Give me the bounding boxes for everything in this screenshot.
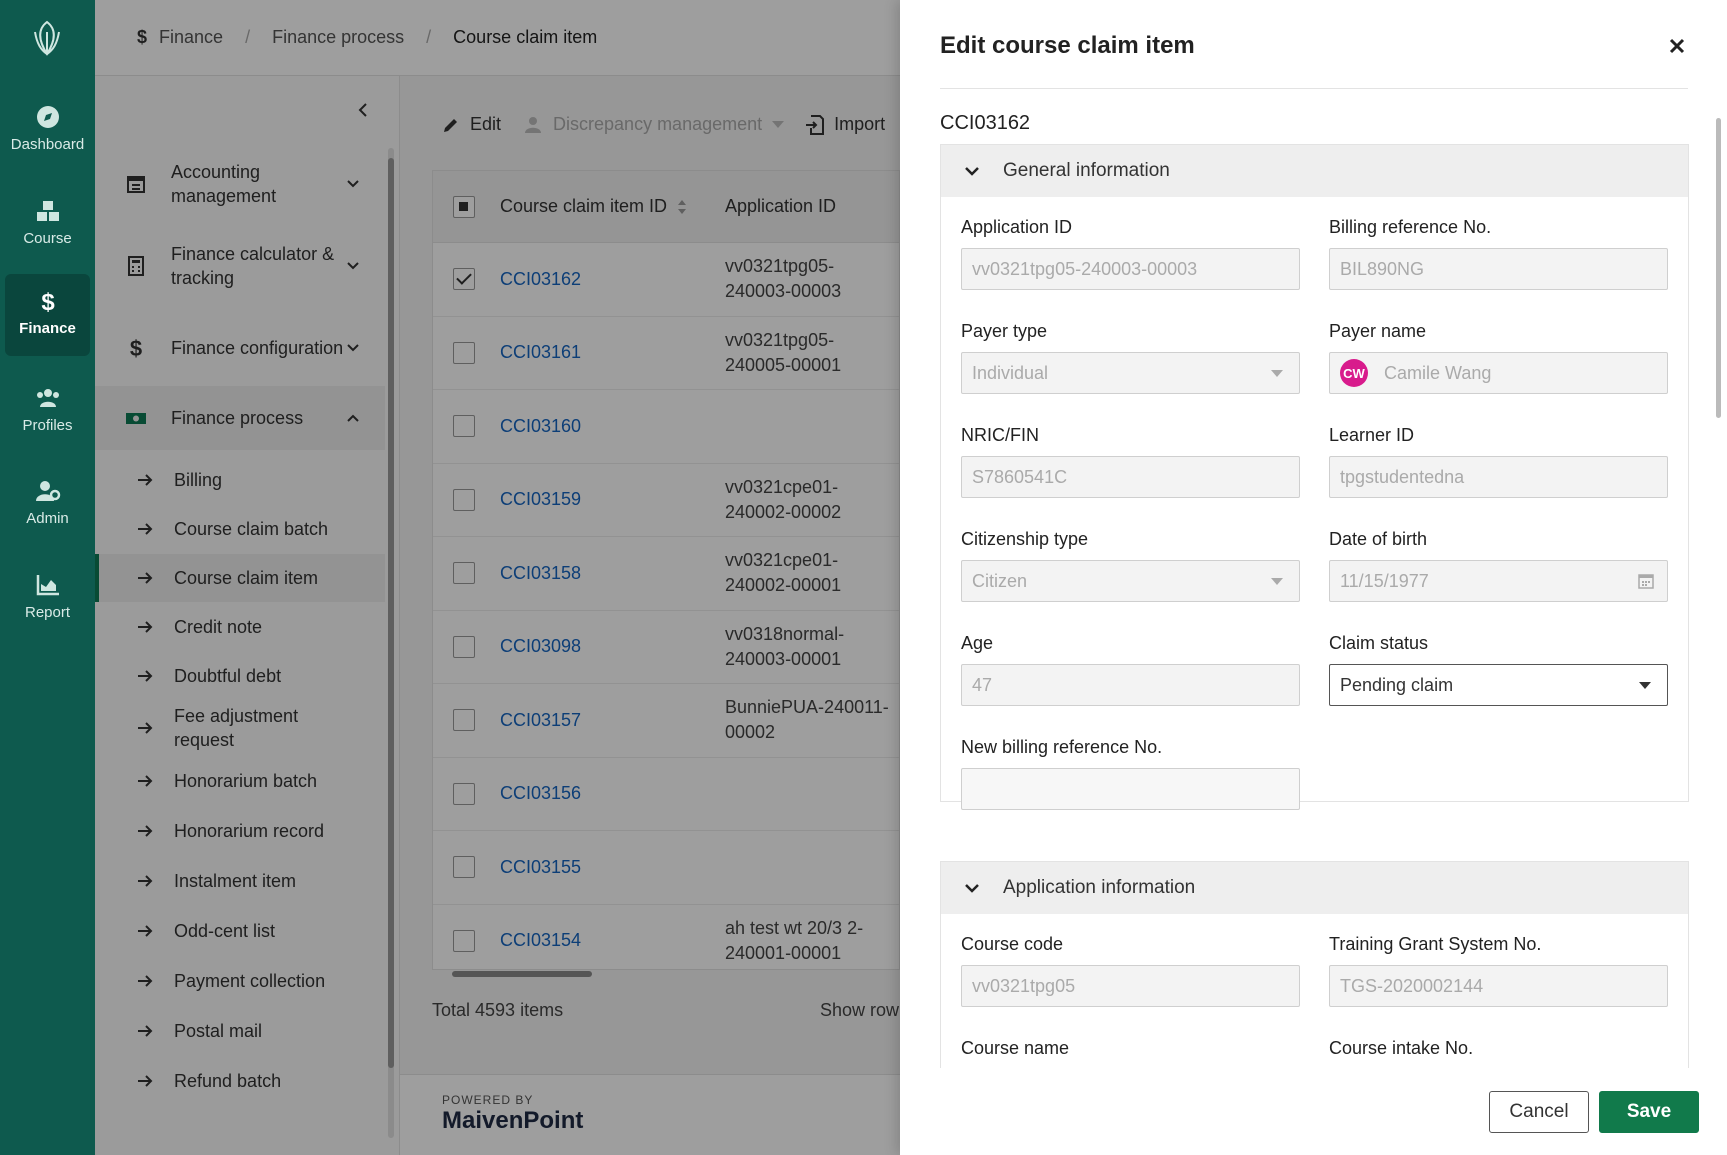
claim-status-field: Claim status Pending claim xyxy=(1329,633,1668,706)
users-icon xyxy=(36,389,59,407)
caret-down-icon xyxy=(1271,370,1283,377)
drawer-footer: Cancel Save xyxy=(900,1068,1727,1155)
rail-label-report: Report xyxy=(24,604,71,621)
field-label: Date of birth xyxy=(1329,529,1428,549)
drawer-scrollbar[interactable] xyxy=(1715,100,1723,1068)
age-field: Age 47 xyxy=(961,633,1300,706)
payer-name-value: Camile Wang xyxy=(1384,362,1492,383)
application-id-field: Application ID vv0321tpg05-240003-00003 xyxy=(961,217,1300,290)
select-value: Individual xyxy=(972,362,1049,383)
rail-item-course[interactable]: Course xyxy=(5,184,90,266)
record-id: CCI03162 xyxy=(940,112,1031,134)
nric-input: S7860541C xyxy=(961,456,1300,498)
course-code-field: Course code vv0321tpg05 xyxy=(961,934,1300,1007)
payer-type-field: Payer type Individual xyxy=(961,321,1300,394)
rail-item-dashboard[interactable]: Dashboard xyxy=(5,90,90,172)
billing-reference-input: BIL890NG xyxy=(1329,248,1668,290)
date-value: 11/15/1977 xyxy=(1340,570,1429,591)
course-name-field: Course name xyxy=(961,1038,1300,1069)
field-label: Billing reference No. xyxy=(1329,217,1492,237)
citizenship-type-select: Citizen xyxy=(961,560,1300,602)
rail-label-dashboard: Dashboard xyxy=(10,136,85,153)
svg-text:$: $ xyxy=(41,289,55,314)
tgs-no-field: Training Grant System No. TGS-2020002144 xyxy=(1329,934,1668,1007)
field-label: Payer type xyxy=(961,321,1048,341)
field-label: Age xyxy=(961,633,994,653)
rail-item-report[interactable]: Report xyxy=(5,558,90,640)
modal-overlay[interactable] xyxy=(95,0,900,1155)
new-billing-reference-input[interactable] xyxy=(961,768,1300,810)
field-label: New billing reference No. xyxy=(961,737,1163,757)
select-value: Citizen xyxy=(972,570,1028,591)
rail-label-course: Course xyxy=(23,230,72,247)
tgs-no-input: TGS-2020002144 xyxy=(1329,965,1668,1007)
calendar-icon xyxy=(1638,574,1654,589)
payer-type-select: Individual xyxy=(961,352,1300,394)
field-label: Course name xyxy=(961,1038,1070,1058)
compass-icon xyxy=(36,106,59,128)
field-label: Claim status xyxy=(1329,633,1429,653)
close-icon[interactable] xyxy=(1667,36,1687,56)
rail-label-profiles: Profiles xyxy=(22,417,73,434)
course-intake-no-field: Course intake No. xyxy=(1329,1038,1668,1069)
field-label: Course intake No. xyxy=(1329,1038,1474,1058)
app-logo-icon[interactable] xyxy=(27,18,67,58)
general-information-section: General information Application ID vv032… xyxy=(940,144,1689,810)
edit-drawer: Edit course claim item CCI03162 General … xyxy=(900,0,1727,1155)
field-label: Learner ID xyxy=(1329,425,1415,445)
rail-item-profiles[interactable]: Profiles xyxy=(5,371,90,453)
date-of-birth-input: 11/15/1977 xyxy=(1329,560,1668,602)
date-of-birth-field: Date of birth 11/15/1977 xyxy=(1329,529,1668,602)
chart-area-icon xyxy=(36,575,59,596)
rail-label-admin: Admin xyxy=(26,510,69,527)
field-label: Application ID xyxy=(961,217,1073,237)
learner-id-input: tpgstudentedna xyxy=(1329,456,1668,498)
claim-status-select[interactable]: Pending claim xyxy=(1329,664,1668,706)
nric-field: NRIC/FIN S7860541C xyxy=(961,425,1300,498)
cubes-icon xyxy=(36,201,59,221)
new-billing-reference-field: New billing reference No. xyxy=(961,737,1300,810)
caret-down-icon xyxy=(1271,578,1283,585)
rail-item-admin[interactable]: Admin xyxy=(5,464,90,546)
rail-item-finance[interactable]: $ Finance xyxy=(5,274,90,356)
billing-reference-field: Billing reference No. BIL890NG xyxy=(1329,217,1668,290)
app-root: Dashboard Course $ Finance Profiles Admi… xyxy=(0,0,1727,1155)
section-title: Application information xyxy=(1003,877,1196,898)
field-label: Training Grant System No. xyxy=(1329,934,1542,954)
learner-id-field: Learner ID tpgstudentedna xyxy=(1329,425,1668,498)
chevron-down-icon xyxy=(965,884,979,893)
application-information-section: Application information Course code vv03… xyxy=(940,861,1689,1071)
general-information-header[interactable]: General information xyxy=(941,145,1688,197)
scrollbar-thumb[interactable] xyxy=(1716,118,1721,418)
field-label: Payer name xyxy=(1329,321,1427,341)
course-code-input: vv0321tpg05 xyxy=(961,965,1300,1007)
payer-name-field: Payer name CW Camile Wang xyxy=(1329,321,1668,394)
application-information-header[interactable]: Application information xyxy=(941,862,1688,914)
avatar: CW xyxy=(1340,359,1368,387)
divider xyxy=(940,88,1688,89)
application-id-input: vv0321tpg05-240003-00003 xyxy=(961,248,1300,290)
field-label: NRIC/FIN xyxy=(961,425,1039,445)
payer-name-input: CW Camile Wang xyxy=(1329,352,1668,394)
field-label: Citizenship type xyxy=(961,529,1089,549)
left-rail: Dashboard Course $ Finance Profiles Admi… xyxy=(0,0,95,1155)
caret-down-icon xyxy=(1639,682,1651,689)
rail-label-finance: Finance xyxy=(19,320,76,337)
select-value: Pending claim xyxy=(1340,674,1454,695)
age-input: 47 xyxy=(961,664,1300,706)
cancel-button[interactable]: Cancel xyxy=(1489,1091,1589,1133)
save-button[interactable]: Save xyxy=(1599,1091,1699,1133)
section-title: General information xyxy=(1003,160,1170,181)
chevron-down-icon xyxy=(965,167,979,176)
field-label: Course code xyxy=(961,934,1064,954)
drawer-title: Edit course claim item xyxy=(940,32,1195,59)
user-gear-icon xyxy=(35,481,60,501)
citizenship-type-field: Citizenship type Citizen xyxy=(961,529,1300,602)
dollar-icon: $ xyxy=(41,289,55,314)
